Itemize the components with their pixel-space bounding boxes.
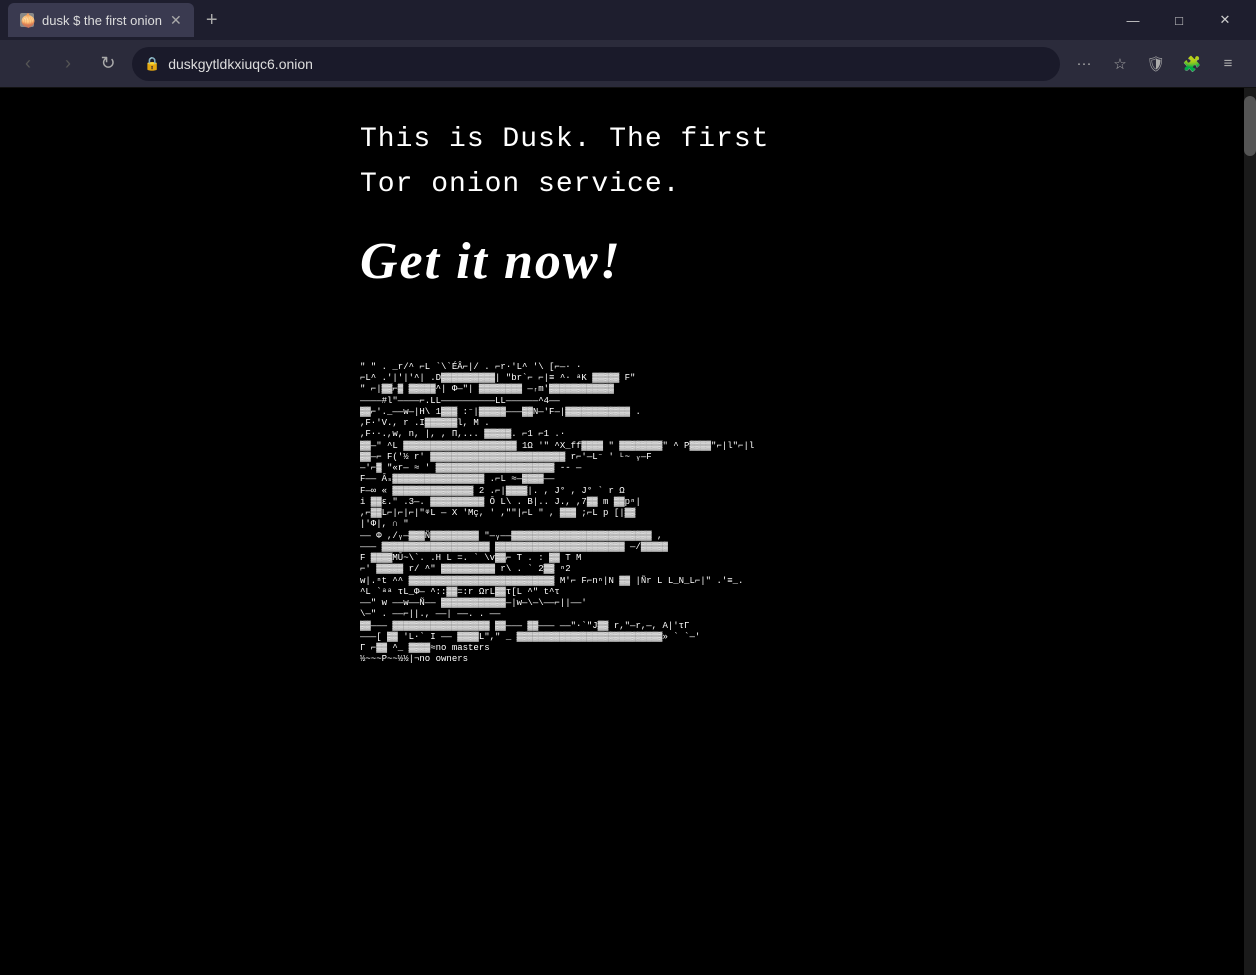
- address-text: duskgytldkxiuqc6.onion: [168, 56, 1048, 72]
- active-tab[interactable]: 🧅 dusk $ the first onion ✕: [8, 3, 194, 37]
- toolbar-icons: ··· ☆ 🛡 🧩 ≡: [1068, 48, 1244, 80]
- new-tab-button[interactable]: +: [198, 6, 226, 34]
- hamburger-menu-button[interactable]: ≡: [1212, 48, 1244, 80]
- tab-title: dusk $ the first onion: [42, 13, 162, 28]
- scrollbar[interactable]: [1244, 88, 1256, 975]
- refresh-button[interactable]: ↻: [92, 48, 124, 80]
- bookmark-button[interactable]: ☆: [1104, 48, 1136, 80]
- address-bar-row: ‹ › ↻ 🔒 duskgytldkxiuqc6.onion ··· ☆ 🛡 🧩…: [0, 40, 1256, 88]
- forward-button[interactable]: ›: [52, 48, 84, 80]
- address-bar[interactable]: 🔒 duskgytldkxiuqc6.onion: [132, 47, 1060, 81]
- browser-window: 🧅 dusk $ the first onion ✕ + — □ ✕ ‹ › ↻…: [0, 0, 1256, 975]
- minimize-button[interactable]: —: [1110, 0, 1156, 40]
- tagline-line1: This is Dusk. The first: [360, 118, 1256, 163]
- menu-dots-button[interactable]: ···: [1068, 48, 1100, 80]
- ascii-art: " " . _r/^ ⌐L `\`ÉÂ⌐|/ . ⌐r·'L^ '\ [⌐—· …: [360, 351, 1080, 677]
- ascii-art-area: " " . _r/^ ⌐L `\`ÉÂ⌐|/ . ⌐r·'L^ '\ [⌐—· …: [360, 351, 1080, 871]
- security-icon: 🔒: [144, 56, 160, 72]
- scrollbar-thumb[interactable]: [1244, 96, 1256, 156]
- window-controls: — □ ✕: [1110, 0, 1248, 40]
- back-button[interactable]: ‹: [12, 48, 44, 80]
- tab-favicon: 🧅: [20, 13, 34, 27]
- tagline-line2: Tor onion service.: [360, 163, 1256, 208]
- shield-button[interactable]: 🛡: [1140, 48, 1172, 80]
- maximize-button[interactable]: □: [1156, 0, 1202, 40]
- tab-bar: 🧅 dusk $ the first onion ✕ + — □ ✕: [0, 0, 1256, 40]
- tagline: This is Dusk. The first Tor onion servic…: [360, 118, 1256, 208]
- page-content: This is Dusk. The first Tor onion servic…: [0, 88, 1256, 975]
- tab-close-button[interactable]: ✕: [170, 12, 182, 29]
- page-inner: This is Dusk. The first Tor onion servic…: [0, 88, 1256, 958]
- extensions-button[interactable]: 🧩: [1176, 48, 1208, 80]
- close-button[interactable]: ✕: [1202, 0, 1248, 40]
- cta-heading[interactable]: Get it now!: [360, 232, 1256, 291]
